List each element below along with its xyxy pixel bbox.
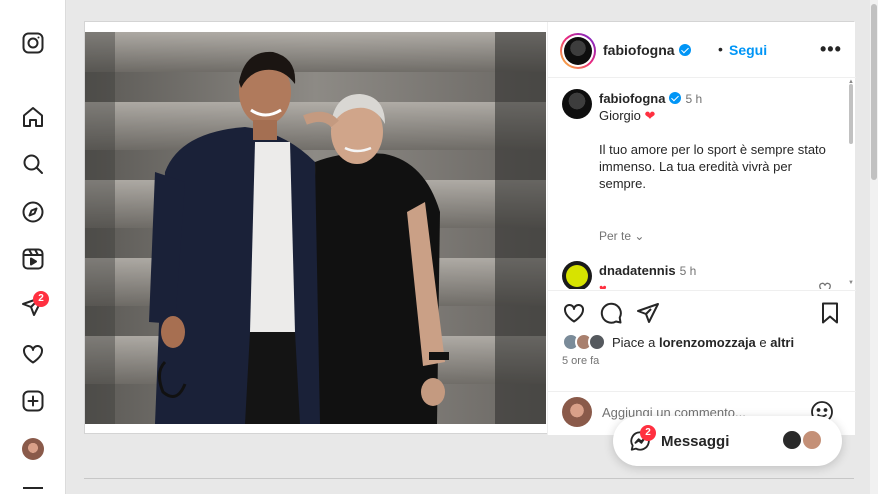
post-timestamp[interactable]: 5 ore fa [562,355,599,367]
like-icon[interactable] [562,301,586,325]
verified-icon [669,92,682,104]
chevron-down-icon: ⌄ [634,229,645,243]
share-icon[interactable] [636,301,660,325]
more-options-icon[interactable]: ••• [820,39,842,60]
comments-list: fabiofogna 5 h Giorgio ❤ Il tuo amore per… [548,79,856,289]
sidebar: 2 [0,0,66,494]
author-avatar[interactable] [560,33,596,69]
post-actions: Piace a lorenzomozzaja e altri 5 ore fa [548,290,856,435]
window-scrollbar-thumb[interactable] [871,4,877,180]
comment-username-text[interactable]: dnadatennis [599,263,676,278]
comment-like-icon[interactable] [818,281,832,289]
comments-scrollbar[interactable] [849,84,853,144]
post-side-panel: fabiofogna • Segui ••• fabiofogna 5 h Gio… [547,22,856,435]
avatar [801,429,823,451]
scroll-down-arrow-icon[interactable]: ▼ [848,280,854,286]
comment-time: 5 h [679,264,697,278]
post-card: fabiofogna • Segui ••• fabiofogna 5 h Gio… [84,21,856,435]
liked-by-others-link[interactable]: altri [770,335,794,350]
caption-username-text[interactable]: fabiofogna [599,91,665,106]
home-icon[interactable] [21,105,45,129]
liked-by-user-link[interactable]: lorenzomozzaja [659,335,756,350]
heart-emoji-icon: ❤ [644,108,656,123]
liked-by-text: Piace a lorenzomozzaja e altri [612,335,794,350]
divider [84,478,854,479]
follow-button[interactable]: Segui [729,42,767,58]
likes-middle: e [755,335,771,350]
current-user-avatar [562,397,592,427]
comment-text: ♥ [599,281,607,289]
verified-icon [678,44,691,56]
profile-avatar[interactable] [21,437,45,461]
messages-badge: 2 [640,425,656,441]
caption-time: 5 h [685,92,703,106]
create-icon[interactable] [21,389,45,413]
caption-line2: Il tuo amore per lo sport è sempre stato… [599,142,826,191]
caption-line1: Giorgio ❤ [599,107,655,124]
caption-username[interactable]: fabiofogna 5 h [599,91,702,106]
caption-avatar[interactable] [562,89,592,119]
likes-prefix: Piace a [612,335,659,350]
post-header: fabiofogna • Segui ••• [548,22,856,78]
avatar [588,333,606,351]
translate-toggle[interactable]: Per te ⌄ [599,229,644,243]
save-icon[interactable] [818,301,842,325]
translate-label[interactable]: Per te [599,229,631,243]
instagram-logo-icon[interactable] [21,31,45,55]
author-username[interactable]: fabiofogna [603,42,691,58]
comment-avatar[interactable] [562,261,592,289]
avatar [781,429,803,451]
comment-icon[interactable] [599,301,623,325]
heart-icon[interactable] [21,342,45,366]
separator-dot: • [718,41,723,57]
messages-label: Messaggi [661,433,730,450]
direct-badge: 2 [33,291,49,307]
explore-icon[interactable] [21,200,45,224]
more-menu-icon[interactable] [23,487,43,489]
search-icon[interactable] [21,152,45,176]
messages-button[interactable]: 2 Messaggi [613,416,842,466]
reels-icon[interactable] [21,247,45,271]
caption-line1-text: Giorgio [599,108,641,123]
author-username-text[interactable]: fabiofogna [603,42,675,58]
post-photo[interactable] [85,32,546,424]
comment-username[interactable]: dnadatennis 5 h [599,263,696,278]
